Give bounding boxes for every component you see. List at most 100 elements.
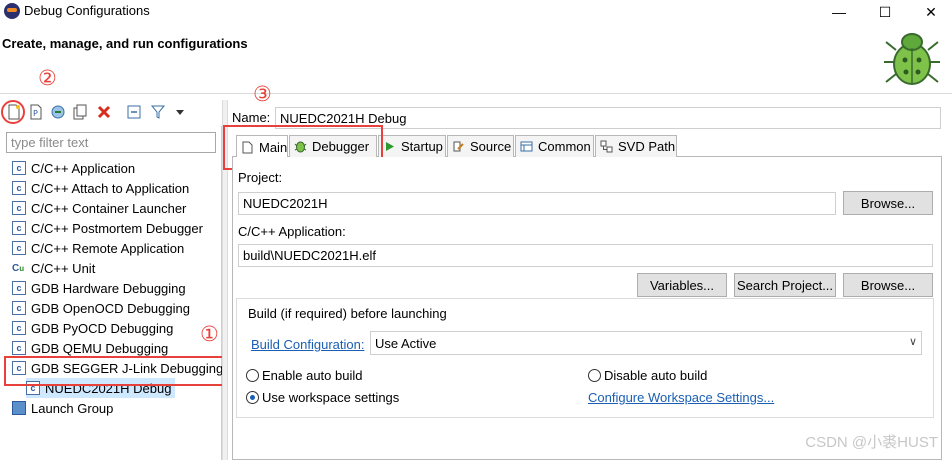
tree-item-launch-group[interactable]: Launch Group bbox=[12, 398, 113, 418]
name-value: NUEDC2021H Debug bbox=[280, 111, 407, 126]
eclipse-app-icon bbox=[4, 3, 20, 19]
configure-workspace-link[interactable]: Configure Workspace Settings... bbox=[588, 390, 774, 405]
disable-auto-build-radio[interactable] bbox=[588, 369, 601, 382]
maximize-button[interactable]: ☐ bbox=[862, 0, 908, 24]
button-label: Variables... bbox=[649, 277, 715, 293]
use-workspace-settings-radio[interactable] bbox=[246, 391, 259, 404]
project-label: Project: bbox=[238, 170, 283, 185]
title-bar: Debug Configurations — ☐ ✕ bbox=[0, 0, 952, 24]
source-icon bbox=[453, 141, 464, 152]
browse-application-button[interactable]: Browse... bbox=[843, 273, 933, 297]
tree-item-label: GDB Hardware Debugging bbox=[31, 280, 186, 296]
build-configuration-value: Use Active bbox=[375, 336, 437, 351]
tree-item-label: GDB QEMU Debugging bbox=[31, 340, 169, 356]
tab-label: Common bbox=[538, 139, 591, 154]
svg-text:P: P bbox=[33, 109, 38, 118]
button-label: Search Project... bbox=[736, 277, 834, 293]
c-config-icon: c bbox=[12, 221, 26, 235]
application-value: build\NUEDC2021H.elf bbox=[243, 248, 376, 263]
tree-item-gdb-hardware[interactable]: c GDB Hardware Debugging bbox=[12, 278, 186, 298]
tree-item-gdb-pyocd[interactable]: c GDB PyOCD Debugging bbox=[12, 318, 173, 338]
tree-item-cpp-remote[interactable]: c C/C++ Remote Application bbox=[12, 238, 184, 258]
tree-item-label: GDB OpenOCD Debugging bbox=[31, 300, 190, 316]
new-prototype-icon[interactable]: P bbox=[28, 104, 44, 120]
disable-auto-build-label: Disable auto build bbox=[604, 368, 708, 383]
tree-item-label: C/C++ Unit bbox=[31, 260, 96, 276]
enable-auto-build-radio[interactable] bbox=[246, 369, 259, 382]
name-label: Name: bbox=[232, 110, 271, 125]
svd-path-icon bbox=[600, 140, 613, 153]
tab-startup[interactable]: Startup bbox=[378, 135, 446, 157]
bug-icon bbox=[884, 33, 940, 85]
tab-label: SVD Path bbox=[618, 139, 676, 154]
filter-placeholder: type filter text bbox=[11, 135, 89, 150]
delete-icon[interactable] bbox=[96, 104, 112, 120]
annotation-three: ③ bbox=[253, 82, 272, 106]
tree-item-label: GDB PyOCD Debugging bbox=[31, 320, 174, 336]
annotation-rect-one bbox=[4, 356, 228, 386]
tree-item-label: C/C++ Application bbox=[31, 160, 136, 176]
enable-auto-build-label: Enable auto build bbox=[262, 368, 363, 383]
minimize-icon: — bbox=[832, 4, 846, 20]
browse-project-button[interactable]: Browse... bbox=[843, 191, 933, 215]
window-title: Debug Configurations bbox=[24, 3, 150, 18]
collapse-all-icon[interactable] bbox=[126, 104, 142, 120]
tree-item-cpp-unit[interactable]: Cu C/C++ Unit bbox=[12, 258, 95, 278]
c-config-icon: c bbox=[12, 241, 26, 255]
tree-item-cpp-postmortem[interactable]: c C/C++ Postmortem Debugger bbox=[12, 218, 203, 238]
annotation-two: ② bbox=[38, 66, 57, 90]
minimize-button[interactable]: — bbox=[816, 0, 862, 24]
project-value: NUEDC2021H bbox=[243, 196, 328, 211]
search-project-button[interactable]: Search Project... bbox=[734, 273, 836, 297]
startup-play-icon bbox=[386, 142, 394, 151]
export-icon[interactable] bbox=[50, 104, 66, 120]
tree-item-label: C/C++ Container Launcher bbox=[31, 200, 187, 216]
common-icon bbox=[520, 141, 533, 152]
build-configuration-link[interactable]: Build Configuration: bbox=[251, 337, 364, 352]
c-config-icon: c bbox=[12, 341, 26, 355]
tree-item-gdb-openocd[interactable]: c GDB OpenOCD Debugging bbox=[12, 298, 190, 318]
c-config-icon: c bbox=[12, 281, 26, 295]
close-button[interactable]: ✕ bbox=[908, 0, 952, 24]
view-menu-icon[interactable] bbox=[172, 104, 188, 120]
close-icon: ✕ bbox=[925, 3, 937, 20]
use-workspace-settings-label: Use workspace settings bbox=[262, 390, 400, 405]
tab-svd-path[interactable]: SVD Path bbox=[595, 135, 677, 157]
c-config-icon: c bbox=[12, 201, 26, 215]
tab-common[interactable]: Common bbox=[515, 135, 594, 157]
tree-item-label: C/C++ Attach to Application bbox=[31, 180, 190, 196]
dialog-heading: Create, manage, and run configurations bbox=[2, 36, 248, 51]
application-label: C/C++ Application: bbox=[238, 224, 346, 239]
button-label: Browse... bbox=[860, 195, 916, 211]
tree-item-gdb-qemu[interactable]: c GDB QEMU Debugging bbox=[12, 338, 168, 358]
c-unit-icon: Cu bbox=[12, 262, 25, 274]
tab-label: Source bbox=[470, 139, 512, 154]
annotation-circle-two bbox=[1, 100, 25, 124]
maximize-icon: ☐ bbox=[878, 3, 892, 20]
button-label: Browse... bbox=[860, 277, 916, 293]
c-config-icon: c bbox=[12, 321, 26, 335]
tab-label: Startup bbox=[401, 139, 443, 154]
duplicate-icon[interactable] bbox=[72, 104, 88, 120]
tab-source[interactable]: Source bbox=[447, 135, 514, 157]
chevron-down-icon: ∨ bbox=[908, 336, 917, 348]
tree-item-label: Launch Group bbox=[31, 400, 114, 416]
application-input[interactable]: build\NUEDC2021H.elf bbox=[238, 244, 933, 267]
watermark: CSDN @小裘HUST bbox=[805, 434, 938, 451]
c-config-icon: c bbox=[12, 161, 26, 175]
tree-item-cpp-application[interactable]: c C/C++ Application bbox=[12, 158, 135, 178]
filter-icon[interactable] bbox=[150, 104, 166, 120]
tree-item-label: C/C++ Postmortem Debugger bbox=[31, 220, 203, 236]
c-config-icon: c bbox=[12, 181, 26, 195]
launch-group-icon bbox=[12, 401, 26, 415]
c-config-icon: c bbox=[12, 301, 26, 315]
tree-item-cpp-container[interactable]: c C/C++ Container Launcher bbox=[12, 198, 186, 218]
build-configuration-select[interactable]: Use Active ∨ bbox=[370, 331, 922, 355]
dialog-header: Create, manage, and run configurations bbox=[0, 24, 952, 94]
tree-item-cpp-attach[interactable]: c C/C++ Attach to Application bbox=[12, 178, 189, 198]
build-group-label: Build (if required) before launching bbox=[246, 306, 449, 321]
variables-button[interactable]: Variables... bbox=[637, 273, 727, 297]
filter-input[interactable]: type filter text bbox=[6, 132, 216, 153]
tree-item-label: C/C++ Remote Application bbox=[31, 240, 185, 256]
project-input[interactable]: NUEDC2021H bbox=[238, 192, 836, 215]
